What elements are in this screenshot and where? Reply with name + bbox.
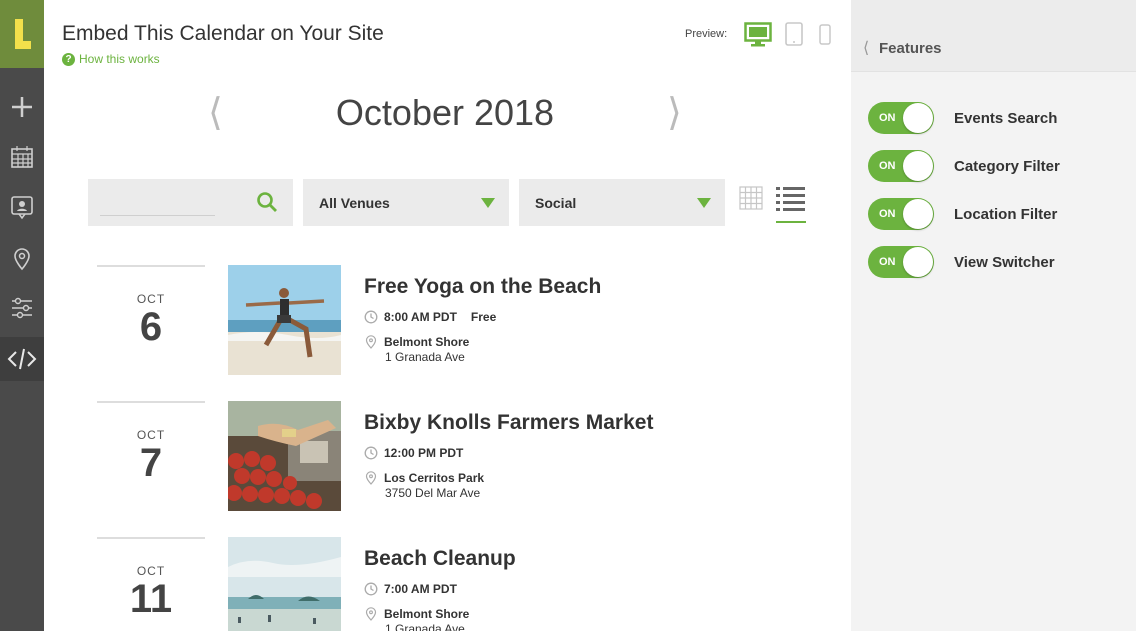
event-item: OCT 6 Free Yoga on the Beach 8:00 AM PDT… bbox=[97, 265, 797, 385]
how-this-works-label: How this works bbox=[79, 52, 160, 66]
event-price: Free bbox=[470, 310, 497, 324]
prev-month-button[interactable]: ⟨ bbox=[208, 94, 223, 132]
list-view-icon[interactable] bbox=[776, 187, 806, 230]
event-title[interactable]: Free Yoga on the Beach bbox=[364, 275, 601, 299]
category-filter-value: Social bbox=[535, 194, 577, 211]
event-title[interactable]: Bixby Knolls Farmers Market bbox=[364, 411, 653, 435]
category-filter-toggle[interactable]: ON bbox=[868, 150, 934, 182]
event-title[interactable]: Beach Cleanup bbox=[364, 547, 516, 571]
search-input[interactable] bbox=[100, 191, 220, 211]
event-address: 1 Granada Ave bbox=[385, 350, 465, 364]
event-time-row: 8:00 AM PDT Free bbox=[364, 310, 496, 324]
calendar-icon[interactable] bbox=[0, 135, 44, 179]
venue-filter-select[interactable]: All Venues bbox=[303, 179, 509, 226]
feature-label: Events Search bbox=[954, 109, 1058, 127]
logo-mark-icon bbox=[13, 19, 31, 49]
next-month-button[interactable]: ⟩ bbox=[667, 94, 682, 132]
feature-toggle-row: ON View Switcher bbox=[868, 245, 1128, 279]
event-image[interactable] bbox=[228, 401, 341, 511]
event-venue[interactable]: Belmont Shore bbox=[384, 607, 469, 621]
view-switcher-toggle[interactable]: ON bbox=[868, 246, 934, 278]
event-time: 7:00 AM PDT bbox=[384, 582, 457, 596]
how-this-works-link[interactable]: ? How this works bbox=[62, 52, 160, 66]
back-chevron-icon[interactable]: ⟨ bbox=[863, 38, 869, 58]
venue-filter-value: All Venues bbox=[319, 194, 390, 211]
help-icon: ? bbox=[62, 52, 75, 66]
tablet-preview-icon[interactable] bbox=[785, 22, 803, 53]
features-panel-header: ⟨ Features bbox=[851, 0, 1136, 72]
event-day: 11 bbox=[129, 577, 173, 621]
sliders-icon[interactable] bbox=[0, 286, 44, 330]
clock-icon bbox=[364, 310, 378, 324]
mobile-preview-icon[interactable] bbox=[819, 22, 831, 53]
event-address: 1 Granada Ave bbox=[385, 622, 465, 631]
desktop-preview-icon[interactable] bbox=[744, 22, 772, 53]
event-day: 7 bbox=[139, 441, 163, 485]
toggle-knob bbox=[903, 247, 933, 277]
event-venue[interactable]: Belmont Shore bbox=[384, 335, 469, 349]
event-address: 3750 Del Mar Ave bbox=[385, 486, 481, 500]
clock-icon bbox=[364, 446, 378, 460]
event-image[interactable] bbox=[228, 537, 341, 631]
search-icon[interactable] bbox=[256, 191, 278, 218]
event-search bbox=[88, 179, 293, 226]
event-time: 8:00 AM PDT bbox=[384, 310, 457, 324]
feature-label: Location Filter bbox=[954, 205, 1058, 223]
dropdown-arrow-icon bbox=[697, 198, 711, 208]
code-icon[interactable] bbox=[0, 337, 44, 381]
preview-label: Preview: bbox=[685, 28, 728, 40]
event-item: OCT 7 Bixby Knolls Farmers Market 12:00 … bbox=[97, 401, 797, 521]
events-search-toggle[interactable]: ON bbox=[868, 102, 934, 134]
toggle-knob bbox=[903, 151, 933, 181]
app-logo[interactable] bbox=[0, 0, 44, 68]
features-panel: ⟨ Features ON Events Search ON Category … bbox=[851, 0, 1136, 631]
location-filter-toggle[interactable]: ON bbox=[868, 198, 934, 230]
feature-toggle-row: ON Events Search bbox=[868, 101, 1128, 135]
location-pin-icon bbox=[365, 607, 377, 621]
profile-card-icon[interactable] bbox=[0, 185, 44, 229]
event-time-row: 12:00 PM PDT bbox=[364, 446, 463, 460]
feature-toggle-row: ON Category Filter bbox=[868, 149, 1128, 183]
location-pin-icon bbox=[365, 471, 377, 485]
event-time-row: 7:00 AM PDT bbox=[364, 582, 457, 596]
location-pin-icon[interactable] bbox=[0, 236, 44, 280]
event-day: 6 bbox=[139, 305, 163, 349]
app-sidebar bbox=[0, 0, 44, 631]
feature-toggle-row: ON Location Filter bbox=[868, 197, 1128, 231]
event-item: OCT 11 Beach Cleanup 7:00 AM PDT Belmont… bbox=[97, 537, 797, 631]
grid-view-icon[interactable] bbox=[739, 186, 763, 215]
clock-icon bbox=[364, 582, 378, 596]
event-month: OCT bbox=[136, 564, 166, 578]
feature-label: Category Filter bbox=[954, 157, 1060, 175]
page-title: Embed This Calendar on Your Site bbox=[62, 22, 384, 45]
category-filter-select[interactable]: Social bbox=[519, 179, 725, 226]
event-month: OCT bbox=[136, 428, 166, 442]
event-time: 12:00 PM PDT bbox=[384, 446, 464, 460]
location-pin-icon bbox=[365, 335, 377, 349]
features-panel-title: Features bbox=[879, 40, 942, 57]
event-venue-row: Belmont Shore bbox=[364, 335, 469, 349]
month-label: October 2018 bbox=[335, 92, 555, 133]
dropdown-arrow-icon bbox=[481, 198, 495, 208]
toggle-knob bbox=[903, 199, 933, 229]
feature-label: View Switcher bbox=[954, 253, 1055, 271]
event-venue[interactable]: Los Cerritos Park bbox=[384, 471, 484, 485]
event-month: OCT bbox=[136, 292, 166, 306]
toggle-knob bbox=[903, 103, 933, 133]
event-venue-row: Belmont Shore bbox=[364, 607, 469, 621]
event-venue-row: Los Cerritos Park bbox=[364, 471, 484, 485]
add-icon[interactable] bbox=[0, 85, 44, 129]
event-image[interactable] bbox=[228, 265, 341, 375]
